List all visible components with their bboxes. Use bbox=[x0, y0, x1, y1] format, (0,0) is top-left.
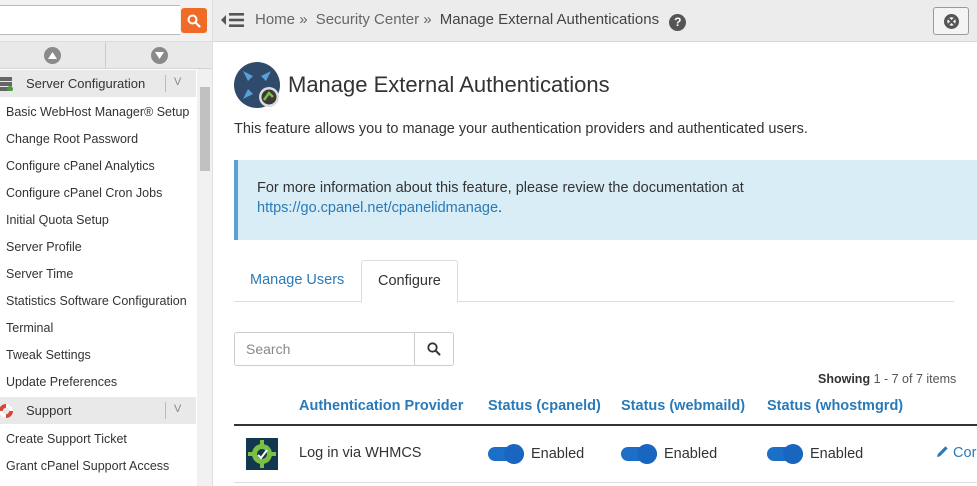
sidebar-item[interactable]: Configure cPanel Cron Jobs bbox=[6, 186, 162, 200]
top-bar: Home » Security Center » Manage External… bbox=[213, 0, 977, 42]
sidebar-item[interactable]: Server Time bbox=[6, 267, 73, 281]
status-webmaild: Enabled bbox=[664, 446, 718, 462]
sidebar-item[interactable]: Change Root Password bbox=[6, 132, 138, 146]
sidebar-item[interactable]: Configure cPanel Analytics bbox=[6, 159, 155, 173]
configure-link-label: Cor bbox=[953, 445, 977, 461]
configure-link[interactable]: Cor bbox=[936, 445, 976, 461]
collapse-icon[interactable]: V bbox=[174, 76, 181, 88]
breadcrumb-section[interactable]: Security Center bbox=[316, 11, 419, 28]
divider bbox=[165, 402, 166, 419]
info-link-line: https://go.cpanel.net/cpanelidmanage. bbox=[257, 200, 502, 216]
page-description: This feature allows you to manage your a… bbox=[234, 121, 808, 137]
page-title: Manage External Authentications bbox=[288, 72, 610, 97]
tab-bar: Manage Users Configure bbox=[234, 260, 954, 303]
arrow-down-icon bbox=[150, 47, 168, 64]
whmcs-logo-icon bbox=[246, 438, 278, 470]
breadcrumb-separator: » bbox=[299, 11, 308, 28]
info-callout: For more information about this feature,… bbox=[234, 160, 977, 240]
sidebar-item[interactable]: Server Profile bbox=[6, 240, 82, 254]
sidebar-item[interactable]: Initial Quota Setup bbox=[6, 213, 109, 227]
sidebar-group-title: Server Configuration bbox=[26, 76, 146, 91]
toggle-webmaild[interactable] bbox=[621, 444, 657, 464]
sidebar-scroll-arrows bbox=[0, 42, 212, 69]
toggle-knob bbox=[504, 444, 524, 464]
tab-configure[interactable]: Configure bbox=[361, 260, 458, 303]
arrow-up-icon bbox=[44, 47, 61, 64]
sidebar-group-server-configuration[interactable]: Server Configuration V bbox=[0, 70, 196, 97]
sidebar-search bbox=[0, 0, 212, 42]
server-icon bbox=[0, 76, 14, 94]
sidebar-item[interactable]: Statistics Software Configuration bbox=[6, 294, 187, 308]
sidebar-item[interactable]: Tweak Settings bbox=[6, 348, 91, 362]
column-header-provider[interactable]: Authentication Provider bbox=[299, 398, 463, 414]
lifebuoy-icon bbox=[0, 403, 14, 422]
sidebar-scrollbar[interactable] bbox=[197, 69, 212, 486]
search-icon bbox=[427, 342, 441, 356]
breadcrumb-current: Manage External Authentications bbox=[439, 11, 660, 28]
menu-toggle-icon[interactable] bbox=[221, 11, 245, 34]
breadcrumb-separator: » bbox=[423, 11, 432, 28]
showing-range: 1 - 7 of 7 items bbox=[873, 372, 957, 386]
column-header-status-whostmgrd[interactable]: Status (whostmgrd) bbox=[767, 398, 903, 414]
provider-search bbox=[234, 332, 454, 366]
sidebar-item[interactable]: Basic WebHost Manager® Setup bbox=[6, 105, 189, 119]
toggle-knob bbox=[637, 444, 657, 464]
toggle-cpaneld[interactable] bbox=[488, 444, 524, 464]
status-cpaneld: Enabled bbox=[531, 446, 585, 462]
info-text: For more information about this feature,… bbox=[257, 180, 744, 196]
sidebar-item[interactable]: Update Preferences bbox=[6, 375, 117, 389]
collapse-icon[interactable]: V bbox=[174, 403, 181, 415]
sidebar-search-button[interactable] bbox=[181, 8, 207, 33]
tab-manage-users[interactable]: Manage Users bbox=[234, 260, 360, 302]
table-header: Authentication Provider Status (cpaneld)… bbox=[234, 393, 977, 426]
sidebar-group-support[interactable]: Support V bbox=[0, 397, 196, 424]
sidebar-group-title: Support bbox=[26, 403, 72, 418]
toggle-knob bbox=[783, 444, 803, 464]
sidebar-item[interactable]: Grant cPanel Support Access bbox=[6, 459, 169, 473]
pagination-summary: Showing 1 - 7 of 7 items bbox=[818, 372, 956, 386]
search-icon bbox=[187, 14, 201, 28]
scroll-down-button[interactable] bbox=[106, 42, 212, 69]
scrollbar-thumb[interactable] bbox=[200, 87, 210, 171]
logout-button[interactable] bbox=[933, 7, 969, 35]
toggle-whostmgrd[interactable] bbox=[767, 444, 803, 464]
close-circle-icon bbox=[943, 13, 959, 29]
search-input[interactable] bbox=[234, 332, 415, 366]
main-content: Manage External Authentications This fea… bbox=[213, 43, 977, 486]
divider bbox=[165, 75, 166, 92]
column-header-status-cpaneld[interactable]: Status (cpaneld) bbox=[488, 398, 601, 414]
search-button[interactable] bbox=[414, 332, 454, 366]
column-header-status-webmaild[interactable]: Status (webmaild) bbox=[621, 398, 745, 414]
sidebar-item[interactable]: Terminal bbox=[6, 321, 53, 335]
sidebar: Server Configuration V Basic WebHost Man… bbox=[0, 0, 213, 486]
breadcrumb-home[interactable]: Home bbox=[255, 11, 295, 28]
showing-label: Showing bbox=[818, 372, 871, 386]
documentation-link[interactable]: https://go.cpanel.net/cpanelidmanage bbox=[257, 200, 498, 216]
help-icon[interactable]: ? bbox=[669, 14, 687, 31]
table-row: Log in via WHMCS Enabled Enabled Enabled… bbox=[234, 427, 977, 483]
pencil-icon bbox=[937, 446, 948, 457]
status-whostmgrd: Enabled bbox=[810, 446, 864, 462]
sidebar-search-input[interactable] bbox=[0, 5, 180, 35]
info-suffix: . bbox=[498, 200, 503, 216]
external-auth-icon bbox=[234, 62, 282, 115]
sidebar-item[interactable]: Create Support Ticket bbox=[6, 432, 127, 446]
breadcrumb: Home » Security Center » Manage External… bbox=[255, 11, 687, 31]
scroll-up-button[interactable] bbox=[0, 42, 106, 69]
provider-name: Log in via WHMCS bbox=[299, 445, 422, 461]
